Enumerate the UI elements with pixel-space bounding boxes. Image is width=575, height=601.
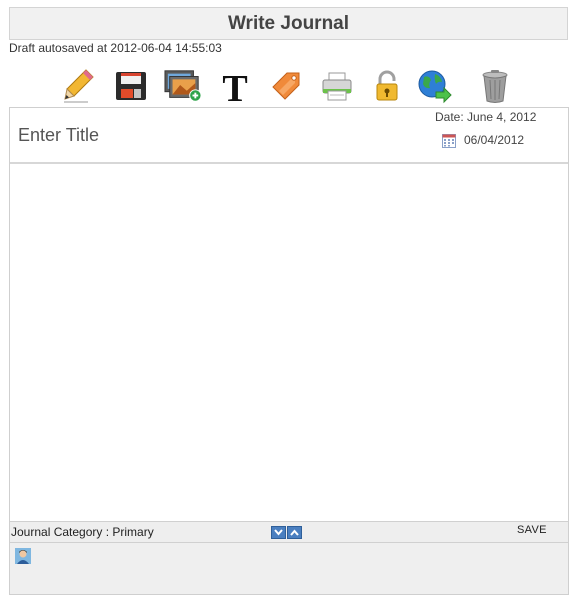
text-format-button[interactable]: T: [216, 66, 254, 106]
title-row: Date: June 4, 2012 06/04/2012: [10, 108, 568, 164]
pencil-icon: [64, 69, 94, 103]
printer-icon: [322, 72, 352, 101]
delete-button[interactable]: [476, 66, 514, 106]
journal-category: Journal Category : Primary: [11, 525, 154, 539]
insert-image-button[interactable]: [164, 66, 202, 106]
page-title: Write Journal: [227, 12, 350, 34]
move-up-button[interactable]: [287, 526, 302, 539]
autosave-status: Draft autosaved at 2012-06-04 14:55:03: [9, 41, 222, 55]
print-button[interactable]: [318, 66, 356, 106]
page-header: Write Journal: [9, 7, 568, 40]
svg-text:T: T: [222, 68, 247, 105]
journal-editor-panel: Date: June 4, 2012 06/04/2012 Journal Ca…: [9, 107, 569, 595]
calendar-icon[interactable]: [442, 134, 456, 148]
floppy-disk-icon: [116, 72, 146, 100]
toolbar: T: [60, 66, 530, 108]
tag-button[interactable]: [267, 66, 305, 106]
trash-can-icon: [482, 70, 508, 103]
save-draft-button[interactable]: [112, 66, 150, 106]
privacy-button[interactable]: [368, 66, 406, 106]
journal-body-editor[interactable]: [10, 164, 568, 520]
add-image-icon: [164, 70, 202, 102]
category-arrows: [271, 526, 302, 539]
padlock-icon: [376, 70, 398, 101]
title-input[interactable]: [16, 120, 400, 150]
date-label: Date: June 4, 2012: [435, 110, 537, 124]
edit-button[interactable]: [60, 66, 98, 106]
text-t-icon: T: [222, 68, 247, 105]
share-button[interactable]: [415, 66, 453, 106]
globe-arrow-icon: [418, 70, 452, 104]
chevron-up-icon: [290, 529, 299, 536]
chevron-down-icon: [274, 529, 283, 536]
save-button[interactable]: SAVE: [517, 524, 547, 536]
avatar[interactable]: [15, 548, 31, 564]
date-field[interactable]: 06/04/2012: [464, 133, 524, 147]
author-area: [10, 542, 568, 594]
category-bar: Journal Category : Primary SAVE: [10, 521, 568, 542]
tag-icon: [272, 72, 300, 100]
move-down-button[interactable]: [271, 526, 286, 539]
